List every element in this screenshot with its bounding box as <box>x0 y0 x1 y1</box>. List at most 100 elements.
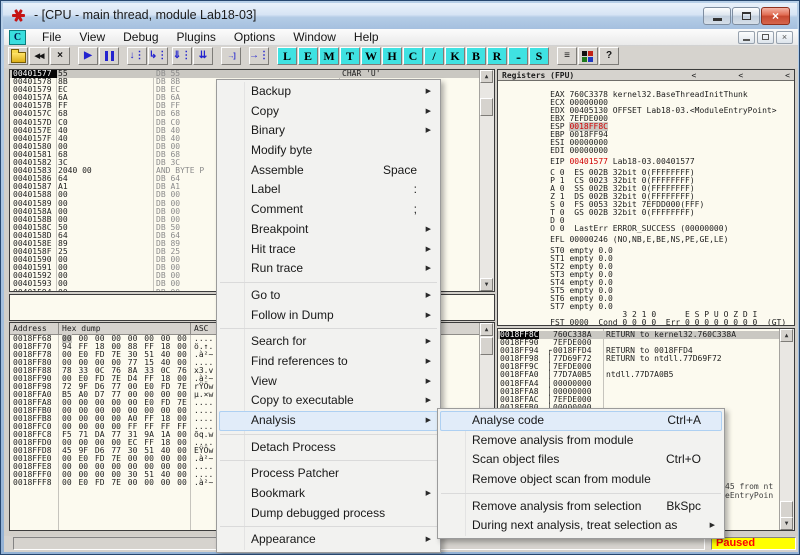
context-menu-item[interactable]: Bookmark ▶ <box>219 484 438 504</box>
title-bar[interactable]: - [CPU - main thread, module Lab18-03] × <box>3 3 797 29</box>
mdi-minimize-button[interactable] <box>738 31 755 44</box>
view-patches-button[interactable]: / <box>424 47 444 65</box>
submenu-item[interactable]: During next analysis, treat selection as… <box>440 516 722 536</box>
scroll-thumb[interactable] <box>480 98 493 116</box>
stack-scrollbar[interactable]: ▲ ▼ <box>779 329 794 530</box>
context-menu-item[interactable]: Follow in Dump ▶ <box>219 306 438 326</box>
menubar-item[interactable]: View <box>70 30 114 44</box>
goto-button[interactable]: →⋮ <box>249 47 269 65</box>
submenu-item[interactable]: Scan object files Ctrl+O ▶ <box>440 450 722 470</box>
menubar-item[interactable]: File <box>33 30 70 44</box>
animate-into-button[interactable]: ⇓⋮ <box>172 47 192 65</box>
view-log-button[interactable]: L <box>277 47 297 65</box>
address-column-header[interactable]: Address <box>10 323 59 334</box>
maximize-button[interactable] <box>732 7 760 25</box>
view-cpu-button[interactable]: C <box>403 47 423 65</box>
context-menu-item[interactable]: Label : ▶ <box>219 180 438 200</box>
view-references-button[interactable]: R <box>487 47 507 65</box>
close-debuggee-button[interactable]: × <box>50 47 70 65</box>
context-menu-item[interactable]: ▶ <box>220 434 437 435</box>
animate-over-button[interactable]: ⇊ <box>193 47 213 65</box>
submenu-item[interactable]: Remove analysis from selection BkSpc ▶ <box>440 497 722 517</box>
context-menu-item[interactable]: View ▶ <box>219 372 438 392</box>
view-memory-button[interactable]: M <box>319 47 339 65</box>
minimize-button[interactable] <box>703 7 731 25</box>
exec-till-return-button[interactable]: →] <box>221 47 241 65</box>
context-menu-item[interactable]: ▶ <box>220 460 437 461</box>
context-menu-item[interactable]: Comment ; ▶ <box>219 200 438 220</box>
view-source-button[interactable]: S <box>529 47 549 65</box>
disasm-row[interactable]: 00401577 55 DB 55 CHAR 'U' <box>10 70 480 78</box>
context-menu-item[interactable]: ▶ <box>220 526 437 527</box>
view-runtrace-button[interactable]: ... <box>508 47 528 65</box>
registers-pane-header[interactable]: Registers (FPU) <<< <box>498 70 794 81</box>
view-modules-button[interactable]: E <box>298 47 318 65</box>
appearance-button[interactable] <box>578 47 598 65</box>
submenu-item[interactable]: Remove analysis from module ▶ <box>440 431 722 451</box>
context-menu-item[interactable]: Analysis ▶ <box>219 411 438 431</box>
step-into-button[interactable]: ↓⋮ <box>127 47 147 65</box>
view-handles-button[interactable]: H <box>382 47 402 65</box>
menubar-item[interactable]: Plugins <box>168 30 225 44</box>
view-windows-button[interactable]: W <box>361 47 381 65</box>
register-line[interactable]: EAX 760C3378 kernel32.BaseThreadInitThun… <box>502 83 792 91</box>
submenu-item[interactable]: ▶ <box>441 493 721 494</box>
context-menu-item[interactable]: Hit trace ▶ <box>219 240 438 260</box>
context-menu-item[interactable]: Appearance ▶ <box>219 530 438 550</box>
context-menu-item[interactable]: Process Patcher ▶ <box>219 464 438 484</box>
scroll-up-icon[interactable]: ▲ <box>480 323 493 336</box>
menubar-item[interactable]: Help <box>345 30 388 44</box>
disasm-scrollbar[interactable]: ▲ ▼ <box>479 70 494 291</box>
pause-button[interactable] <box>99 47 119 65</box>
stack-row[interactable]: 0018FFA8 │ 00000000 <box>498 388 780 396</box>
context-menu-item[interactable]: Detach Process ▶ <box>219 438 438 458</box>
stack-row[interactable]: 0018FFA4 │ 00000000 <box>498 380 780 388</box>
open-file-button[interactable] <box>8 47 28 65</box>
context-menu-item[interactable]: ▶ <box>220 282 437 283</box>
context-menu-item[interactable]: Backup ▶ <box>219 82 438 102</box>
view-threads-button[interactable]: T <box>340 47 360 65</box>
submenu-item[interactable]: Analyse code Ctrl+A ▶ <box>440 411 722 431</box>
pane-mark[interactable]: < <box>692 71 697 80</box>
run-button[interactable]: ▶ <box>78 47 98 65</box>
mdi-restore-button[interactable] <box>757 31 774 44</box>
menubar-item[interactable]: Options <box>225 30 284 44</box>
pane-mark[interactable]: < <box>738 71 743 80</box>
restart-button[interactable]: ◀◀ <box>29 47 49 65</box>
submenu-item[interactable]: Remove object scan from module ▶ <box>440 470 722 490</box>
context-menu: Backup ▶ Copy ▶ Binary ▶ Modify byte ▶ A… <box>216 79 441 553</box>
stack-row[interactable]: 0018FFAC │ 7EFDE000 <box>498 396 780 404</box>
step-over-button[interactable]: ↳⋮ <box>148 47 168 65</box>
context-menu-item[interactable]: Modify byte ▶ <box>219 141 438 161</box>
pane-mark[interactable]: < <box>785 71 790 80</box>
context-menu-item[interactable]: Find references to ▶ <box>219 352 438 372</box>
context-menu-item[interactable]: Search for ▶ <box>219 332 438 352</box>
scroll-down-icon[interactable]: ▼ <box>480 278 493 291</box>
scroll-up-icon[interactable]: ▲ <box>480 70 493 83</box>
context-menu-item[interactable]: Breakpoint ▶ <box>219 220 438 240</box>
context-menu-item[interactable]: ▶ <box>220 328 437 329</box>
hexdump-column-header[interactable]: Hex dump <box>59 323 191 334</box>
view-breakpoints-button[interactable]: B <box>466 47 486 65</box>
mdi-close-button[interactable]: × <box>776 31 793 44</box>
scroll-up-icon[interactable]: ▲ <box>780 329 793 342</box>
context-menu-item[interactable]: Copy ▶ <box>219 102 438 122</box>
help-button[interactable]: ? <box>599 47 619 65</box>
menubar-item[interactable]: Debug <box>114 30 167 44</box>
stack-row[interactable]: 0018FFA0 │ 77D7A0B5 ntdll.77D7A0B5 <box>498 371 780 379</box>
context-menu-item[interactable]: Binary ▶ <box>219 121 438 141</box>
scroll-thumb[interactable] <box>480 337 493 355</box>
context-menu-item[interactable]: Assemble Space ▶ <box>219 161 438 181</box>
stack-row[interactable]: 0018FF8C 760C338A RETURN to kernel32.760… <box>498 331 780 339</box>
context-menu-item[interactable]: Copy to executable ▶ <box>219 391 438 411</box>
scroll-down-icon[interactable]: ▼ <box>780 517 793 530</box>
windows-list-button[interactable]: ≡ <box>557 47 577 65</box>
context-menu-item[interactable]: Go to ▶ <box>219 286 438 306</box>
menubar-item[interactable]: Window <box>284 30 345 44</box>
close-button[interactable]: × <box>761 7 790 25</box>
registers-pane[interactable]: Registers (FPU) <<< EAX 760C3378 kernel3… <box>497 69 795 326</box>
context-menu-item[interactable]: Run trace ▶ <box>219 259 438 279</box>
view-callstack-button[interactable]: K <box>445 47 465 65</box>
stack-row[interactable]: 0018FF98 │ 77D69F72 RETURN to ntdll.77D6… <box>498 355 780 363</box>
context-menu-item[interactable]: Dump debugged process ▶ <box>219 504 438 524</box>
